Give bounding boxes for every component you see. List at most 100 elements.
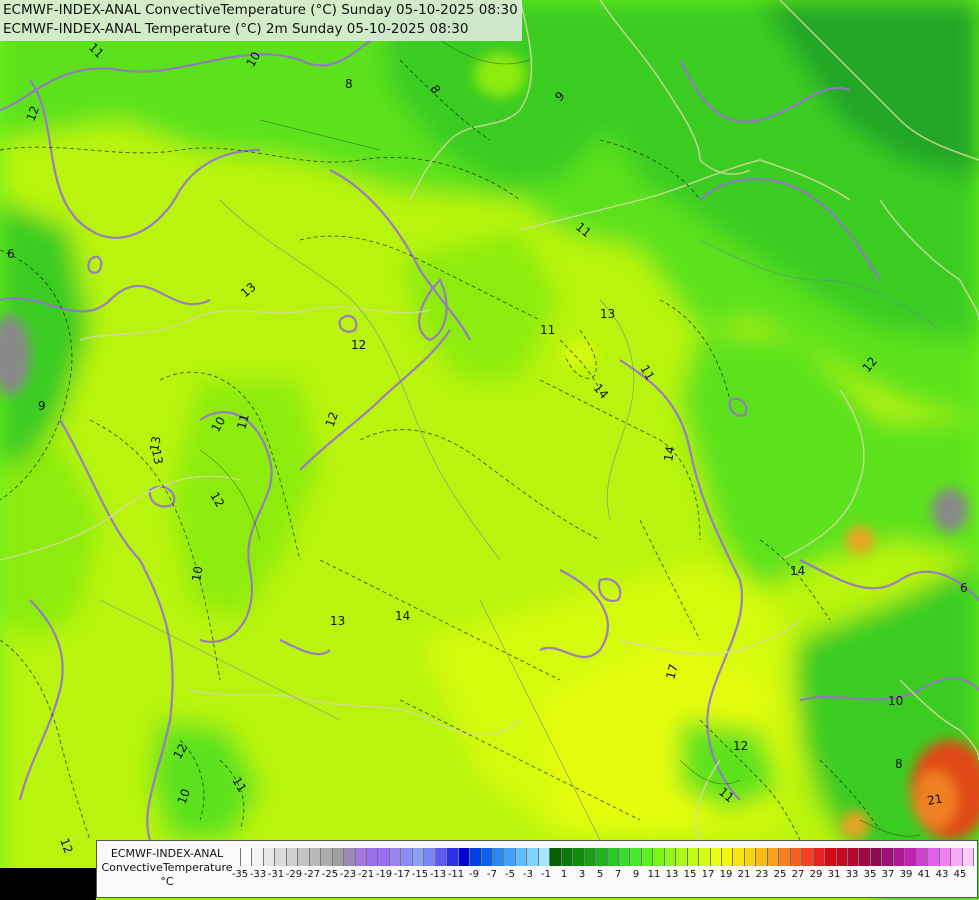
contour-label: 8 [345,77,353,91]
hotspot-east-2 [846,526,874,554]
legend-swatch [560,848,573,866]
legend-tick-label: 5 [596,869,604,880]
legend-swatch [343,848,355,866]
legend-swatch [606,848,618,866]
legend-swatch [835,848,848,866]
legend-swatch [285,848,298,866]
legend-tick-label: 17 [701,869,715,880]
contour-label: 12 [351,338,366,352]
legend-swatch [503,848,515,866]
legend-swatch [629,848,641,866]
legend-swatch [869,848,882,866]
legend-swatch [824,848,836,866]
legend-swatch [904,848,916,866]
legend-swatch [446,848,458,866]
legend-tick-label: -3 [523,869,533,880]
legend-swatch [297,848,309,866]
legend-tick-label: 31 [827,869,841,880]
legend-swatch [377,848,389,866]
legend-swatch [354,848,366,866]
legend-swatch [732,848,744,866]
hotspot-east [932,488,968,532]
contour-label: 10 [888,694,903,708]
contour-label: 10 [189,565,205,582]
contour-label: 6 [7,247,15,261]
legend-swatch [778,848,790,866]
contour-label: 14 [395,609,410,623]
legend-swatch [652,848,664,866]
legend-tick-label: 1 [560,869,568,880]
contour-label: 11 [540,323,555,337]
legend-swatch [411,848,424,866]
legend-tick-label: -33 [249,869,267,880]
legend-tick-label: 13 [665,869,679,880]
contour-label: 8 [895,757,903,771]
legend-swatches [240,848,974,866]
legend-tick-label: -11 [447,869,465,880]
legend-swatch [938,848,951,866]
legend-swatch [308,848,321,866]
legend-tick-label: -5 [505,869,515,880]
legend-tick-label: 15 [683,869,697,880]
legend-swatch [927,848,939,866]
legend-label-line-2: ConvectiveTemperature [101,861,233,874]
legend-tick-label: -29 [285,869,303,880]
legend-label-line-3: °C [160,875,174,888]
color-legend: ECMWF-INDEX-ANAL ConvectiveTemperature °… [96,840,978,898]
legend-tick-label: 41 [917,869,931,880]
legend-swatch [526,848,538,866]
legend-tick-label: 45 [953,869,967,880]
legend-tick-label: 37 [881,869,895,880]
legend-swatch [640,848,653,866]
legend-swatch [572,848,584,866]
contour-label: 6 [960,581,968,595]
legend-swatch [480,848,492,866]
legend-swatch [789,848,802,866]
legend-label-line-1: ECMWF-INDEX-ANAL [110,847,224,860]
legend-swatch [583,848,596,866]
contour-label: 13 [330,614,345,628]
legend-tick-label: -35 [231,869,249,880]
map-title-box: ECMWF-INDEX-ANAL ConvectiveTemperature (… [0,0,522,41]
legend-tick-label: -9 [469,869,479,880]
contour-label: 12 [733,739,748,753]
legend-swatch [400,848,412,866]
legend-swatch [709,848,722,866]
legend-tick-label: -15 [411,869,429,880]
legend-swatch [457,848,470,866]
legend-tick-label: 3 [578,869,586,880]
contour-label: 14 [790,564,805,578]
legend-swatch [892,848,905,866]
legend-swatch [663,848,676,866]
legend-label: ECMWF-INDEX-ANAL ConvectiveTemperature °… [97,841,237,889]
legend-swatch [847,848,859,866]
legend-swatch [491,848,504,866]
legend-swatch [698,848,710,866]
contour-label: 13 [600,307,615,321]
contour-label: 9 [38,399,46,413]
legend-swatch [595,848,607,866]
legend-swatch [801,848,813,866]
legend-swatch [240,848,252,866]
legend-tick-label: 11 [647,869,661,880]
legend-tick-label: 9 [632,869,640,880]
legend-swatch [675,848,687,866]
legend-swatch [950,848,962,866]
legend-tick-label: -19 [375,869,393,880]
legend-tick-label: 35 [863,869,877,880]
legend-tick-label: 39 [899,869,913,880]
legend-tick-label: -25 [321,869,339,880]
legend-swatch [881,848,893,866]
legend-tick-label: -17 [393,869,411,880]
legend-swatch [812,848,825,866]
legend-swatch [617,848,630,866]
legend-ticks: -35 -33 -31 -29 -27 -25 -23 -21 -19 -17 -15 -13 -11-… [231,869,979,883]
legend-swatch [686,848,699,866]
legend-tick-label: 19 [719,869,733,880]
legend-tick-label: 33 [845,869,859,880]
hotspot-north [474,53,526,97]
legend-tick-label: -1 [541,869,551,880]
legend-swatch [766,848,779,866]
legend-swatch [388,848,401,866]
legend-tick-label: -27 [303,869,321,880]
